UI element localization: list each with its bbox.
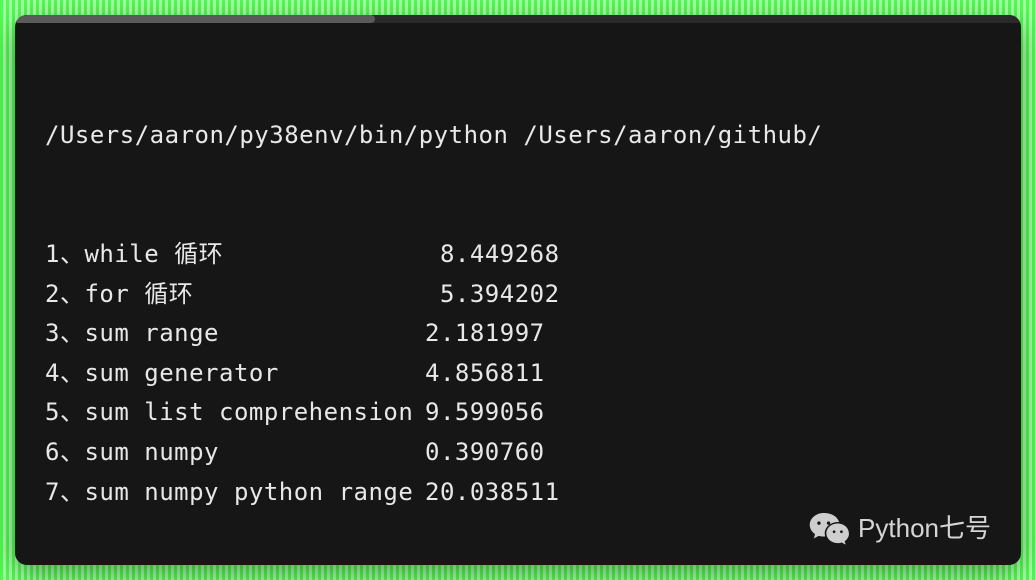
result-row: 2、for 循环 5.394202 xyxy=(45,275,991,315)
horizontal-scrollbar-track[interactable] xyxy=(15,15,1021,23)
terminal-output: /Users/aaron/py38env/bin/python /Users/a… xyxy=(15,15,1021,565)
result-row: 7、sum numpy python range 20.038511 xyxy=(45,473,991,513)
result-row: 6、sum numpy 0.390760 xyxy=(45,433,991,473)
result-value: 4.856811 xyxy=(425,354,545,394)
result-row: 5、sum list comprehension 9.599056 xyxy=(45,393,991,433)
result-label: 5、sum list comprehension xyxy=(45,393,425,433)
result-value: 0.390760 xyxy=(425,433,545,473)
result-value: 9.599056 xyxy=(425,393,545,433)
watermark-text: Python七号 xyxy=(858,508,991,545)
horizontal-scrollbar-thumb[interactable] xyxy=(15,15,375,23)
result-label: 6、sum numpy xyxy=(45,433,425,473)
result-label: 4、sum generator xyxy=(45,354,425,394)
result-row: 1、while 循环 8.449268 xyxy=(45,235,991,275)
result-row: 4、sum generator 4.856811 xyxy=(45,354,991,394)
command-line: /Users/aaron/py38env/bin/python /Users/a… xyxy=(45,116,991,156)
result-label: 1、while 循环 xyxy=(45,235,425,275)
result-value: 2.181997 xyxy=(425,314,545,354)
terminal-window: /Users/aaron/py38env/bin/python /Users/a… xyxy=(15,15,1021,565)
result-value: 8.449268 xyxy=(425,235,560,275)
result-label: 3、sum range xyxy=(45,314,425,354)
watermark: Python七号 xyxy=(808,508,991,545)
result-label: 7、sum numpy python range xyxy=(45,473,425,513)
result-label: 2、for 循环 xyxy=(45,275,425,315)
result-row: 3、sum range 2.181997 xyxy=(45,314,991,354)
result-value: 20.038511 xyxy=(425,473,560,513)
wechat-icon xyxy=(808,509,850,545)
result-value: 5.394202 xyxy=(425,275,560,315)
